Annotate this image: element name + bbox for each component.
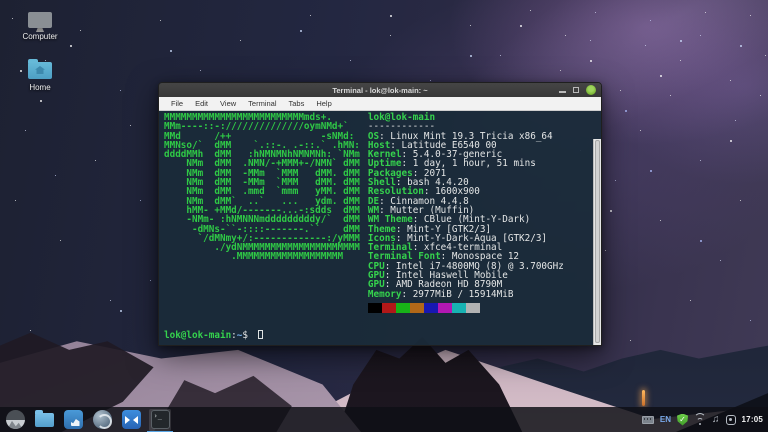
home-folder-icon xyxy=(28,62,52,79)
media-app-button[interactable] xyxy=(120,409,142,431)
desktop-icon-label: Home xyxy=(29,83,50,92)
minimize-button[interactable] xyxy=(559,91,566,93)
language-indicator[interactable]: EN xyxy=(660,415,671,424)
desktop: Computer Home Terminal - lok@lok-main: ~… xyxy=(0,0,768,432)
menu-item[interactable]: Edit xyxy=(190,98,213,109)
window-buttons xyxy=(559,83,596,97)
taskbar-launchers: ›_ xyxy=(0,409,171,431)
ansi-color-block xyxy=(438,303,452,313)
desktop-icon-computer[interactable]: Computer xyxy=(12,12,68,41)
software-app-button[interactable] xyxy=(62,409,84,431)
desktop-icon-label: Computer xyxy=(22,32,57,41)
clock[interactable]: 17:05 xyxy=(742,415,763,424)
menu-item[interactable]: View xyxy=(215,98,241,109)
menu-item[interactable]: Terminal xyxy=(243,98,281,109)
titlebar[interactable]: Terminal - lok@lok-main: ~ xyxy=(159,83,601,97)
system-info-lines: lok@lok-main ------------ OS: Linux Mint… xyxy=(368,113,564,299)
menu-item[interactable]: File xyxy=(166,98,188,109)
keyboard-icon[interactable] xyxy=(642,416,654,424)
desktop-icons: Computer Home xyxy=(12,12,68,110)
menu-button[interactable] xyxy=(4,409,26,431)
shell-prompt: lok@lok-main:~$ xyxy=(164,330,591,340)
ansi-color-block xyxy=(452,303,466,313)
ansi-color-block xyxy=(368,303,382,313)
prompt-user: lok@lok-main xyxy=(164,330,231,341)
computer-icon xyxy=(28,12,52,28)
close-button[interactable] xyxy=(586,85,596,95)
file-manager-icon xyxy=(35,413,54,427)
ansi-color-block xyxy=(424,303,438,313)
ansi-color-palette xyxy=(368,303,564,313)
system-info-line: Memory: 2977MiB / 15914MiB xyxy=(368,290,564,299)
ansi-color-block xyxy=(410,303,424,313)
terminal-icon: ›_ xyxy=(151,410,170,429)
ansi-color-block xyxy=(466,303,480,313)
menu-icon xyxy=(6,410,25,429)
scrollbar[interactable] xyxy=(593,139,601,345)
system-info-column: lok@lok-main ------------ OS: Linux Mint… xyxy=(368,113,564,313)
text-cursor xyxy=(258,330,263,339)
browser-app-button[interactable] xyxy=(91,409,113,431)
ansi-color-block xyxy=(382,303,396,313)
terminal-window: Terminal - lok@lok-main: ~ FileEditViewT… xyxy=(158,82,602,346)
scrollbar-thumb[interactable] xyxy=(595,140,600,343)
menu-item[interactable]: Help xyxy=(311,98,336,109)
window-title: Terminal - lok@lok-main: ~ xyxy=(159,86,601,95)
mint-ascii-logo: MMMMMMMMMMMMMMMMMMMMMMMMMmds+. MMm----::… xyxy=(164,113,360,262)
menu-item[interactable]: Tabs xyxy=(284,98,310,109)
terminal-task-button[interactable]: ›_ xyxy=(149,409,171,431)
taskbar: ›_ EN ✓ ♫ 17:05 xyxy=(0,407,768,432)
stars-layer-bright xyxy=(0,0,2,2)
browser-app-icon xyxy=(93,410,112,429)
system-tray: EN ✓ ♫ 17:05 xyxy=(642,414,768,426)
notifications-icon[interactable] xyxy=(726,415,736,425)
ansi-color-block xyxy=(396,303,410,313)
media-app-icon xyxy=(122,410,141,429)
terminal-content[interactable]: MMMMMMMMMMMMMMMMMMMMMMMMMmds+. MMm----::… xyxy=(159,111,601,345)
software-app-icon xyxy=(64,410,83,429)
neofetch-output: MMMMMMMMMMMMMMMMMMMMMMMMMmds+. MMm----::… xyxy=(164,113,591,313)
file-manager-button[interactable] xyxy=(33,409,55,431)
menubar: FileEditViewTerminalTabsHelp xyxy=(159,97,601,111)
wifi-icon[interactable] xyxy=(694,415,706,425)
desktop-icon-home[interactable]: Home xyxy=(12,59,68,92)
shield-check-icon[interactable]: ✓ xyxy=(677,414,688,426)
music-note-icon[interactable]: ♫ xyxy=(712,415,720,425)
maximize-button[interactable] xyxy=(573,87,579,93)
